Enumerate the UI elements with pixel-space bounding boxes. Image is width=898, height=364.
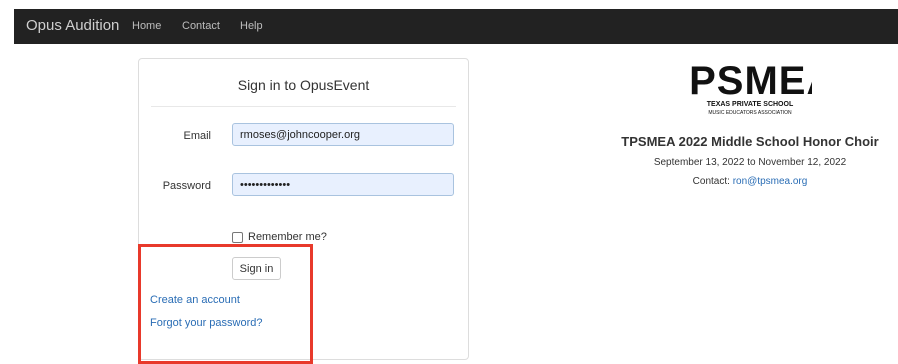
nav-help-link[interactable]: Help bbox=[240, 20, 263, 32]
nav-home-link[interactable]: Home bbox=[132, 20, 161, 32]
event-contact: Contact: ron@tpsmea.org bbox=[560, 176, 898, 187]
event-dates: September 13, 2022 to November 12, 2022 bbox=[653, 157, 847, 168]
tpsmea-logo-graphic: TPSMEA TEXAS PRIVATE SCHOOL MUSIC EDUCAT… bbox=[664, 59, 836, 116]
remember-me[interactable]: Remember me? bbox=[232, 231, 327, 243]
contact-email-link[interactable]: ron@tpsmea.org bbox=[733, 176, 808, 187]
panel-title: Sign in to OpusEvent bbox=[237, 77, 370, 93]
brand-link[interactable]: Opus Audition bbox=[26, 17, 119, 34]
remember-label: Remember me? bbox=[248, 231, 327, 243]
email-label: Email bbox=[183, 130, 211, 142]
remember-checkbox[interactable] bbox=[232, 231, 243, 243]
panel-divider bbox=[151, 106, 456, 107]
password-field[interactable] bbox=[232, 173, 454, 196]
logo-line1: TEXAS PRIVATE SCHOOL bbox=[707, 101, 794, 108]
logo-line2: MUSIC EDUCATORS ASSOCIATION bbox=[708, 110, 792, 116]
password-label: Password bbox=[162, 180, 211, 192]
navbar: Opus Audition Home Contact Help bbox=[14, 9, 898, 44]
logo-wordmark: TPSMEA bbox=[688, 59, 812, 103]
event-title: TPSMEA 2022 Middle School Honor Choir bbox=[621, 134, 879, 149]
tpsmea-logo: TPSMEA TEXAS PRIVATE SCHOOL MUSIC EDUCAT… bbox=[664, 56, 836, 120]
email-field[interactable] bbox=[232, 123, 454, 146]
highlight-box bbox=[138, 244, 313, 364]
nav-contact-link[interactable]: Contact bbox=[182, 20, 220, 32]
contact-label: Contact: bbox=[692, 176, 730, 187]
top-frame bbox=[0, 0, 898, 9]
